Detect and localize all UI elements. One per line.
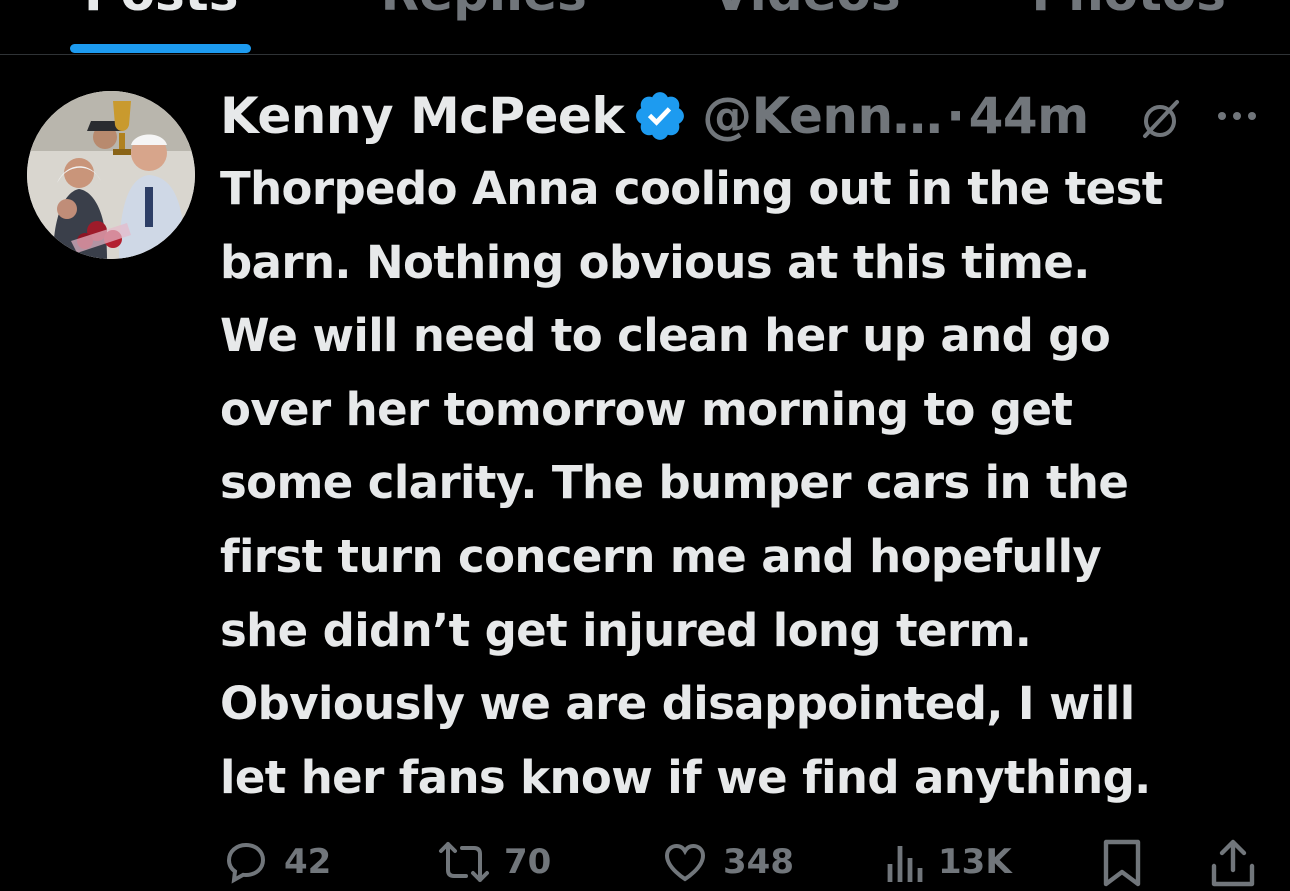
views-button[interactable]: 13K bbox=[884, 838, 1012, 886]
bookmark-button[interactable] bbox=[1102, 838, 1142, 888]
profile-tabs: Posts Replies Videos Photos bbox=[0, 0, 1290, 55]
tab-posts-label: Posts bbox=[84, 0, 238, 18]
repost-button[interactable]: 70 bbox=[438, 838, 551, 886]
reply-icon bbox=[226, 842, 266, 884]
post-timestamp[interactable]: 44m bbox=[969, 87, 1090, 145]
profile-timeline: Posts Replies Videos Photos bbox=[0, 0, 1290, 891]
tab-photos-label: Photos bbox=[1031, 0, 1226, 18]
more-icon[interactable] bbox=[1215, 105, 1259, 127]
post-body: Thorpedo Anna cooling out in the test ba… bbox=[220, 162, 1163, 804]
like-button[interactable]: 348 bbox=[661, 838, 794, 886]
avatar[interactable] bbox=[27, 91, 195, 259]
avatar-photo bbox=[27, 91, 195, 259]
user-handle[interactable]: @Kenn… bbox=[702, 87, 942, 145]
share-icon bbox=[1211, 839, 1255, 887]
reply-count: 42 bbox=[284, 842, 332, 882]
repost-count: 70 bbox=[504, 842, 552, 882]
separator-dot: · bbox=[946, 87, 965, 145]
bookmark-icon bbox=[1103, 839, 1141, 887]
active-tab-indicator bbox=[70, 44, 251, 53]
views-count: 13K bbox=[938, 842, 1012, 882]
tab-replies-label: Replies bbox=[381, 0, 587, 18]
action-bar: 42 70 348 13K bbox=[0, 838, 1290, 891]
grok-icon[interactable] bbox=[1137, 96, 1183, 142]
tab-videos-label: Videos bbox=[712, 0, 901, 18]
views-icon bbox=[887, 846, 923, 882]
tab-photos[interactable]: Photos bbox=[968, 0, 1290, 54]
reply-button[interactable]: 42 bbox=[222, 838, 331, 886]
display-name[interactable]: Kenny McPeek bbox=[220, 87, 625, 145]
heart-icon bbox=[664, 843, 706, 882]
share-button[interactable] bbox=[1210, 838, 1256, 888]
tab-videos[interactable]: Videos bbox=[645, 0, 968, 54]
verified-badge-icon bbox=[636, 92, 685, 140]
like-count: 348 bbox=[723, 842, 794, 882]
repost-icon bbox=[439, 842, 489, 882]
post-header: Kenny McPeek @Kenn… · 44m bbox=[220, 84, 1089, 148]
tab-replies[interactable]: Replies bbox=[323, 0, 646, 54]
